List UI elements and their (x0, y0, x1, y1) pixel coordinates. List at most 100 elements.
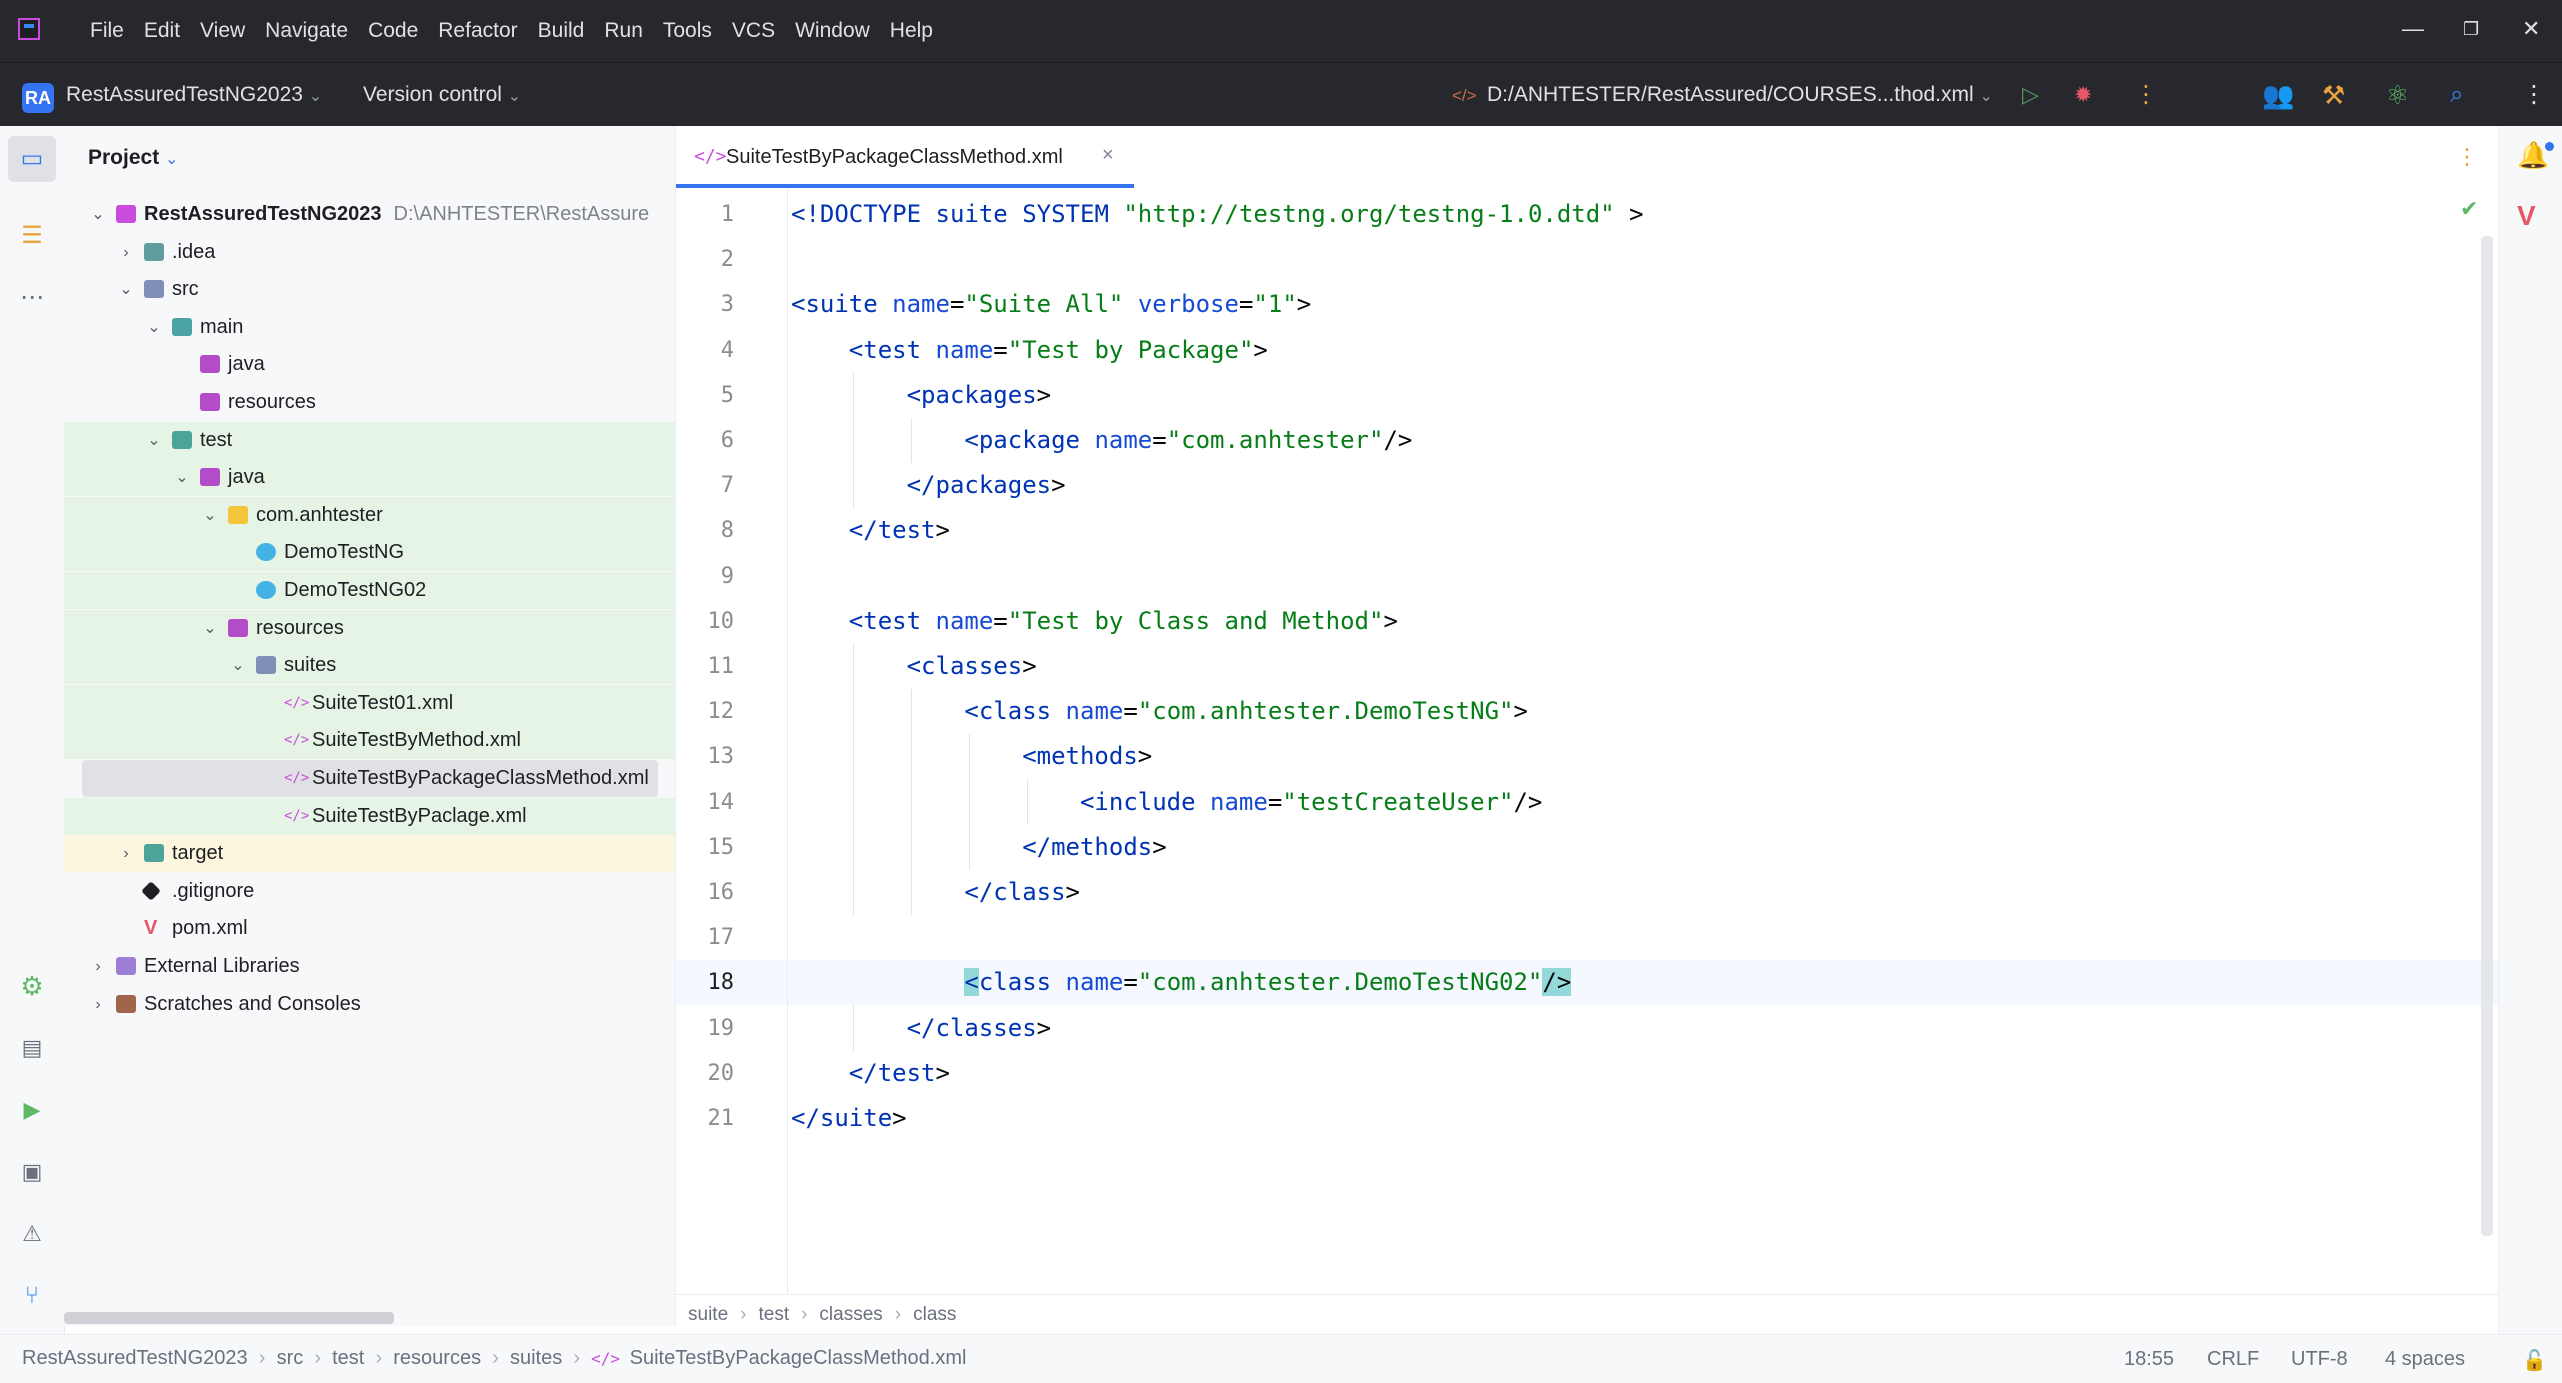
breadcrumb-item[interactable]: test (758, 1304, 789, 1325)
tree-item[interactable]: java (64, 346, 675, 383)
status-path-item[interactable]: src (277, 1347, 304, 1369)
menu-file[interactable]: File (80, 19, 134, 43)
editor-tab[interactable]: </> SuiteTestByPackageClassMethod.xml × (676, 126, 1134, 188)
chevron-down-icon[interactable]: ⌄ (144, 422, 164, 459)
tree-item[interactable]: ⌄ resources (64, 609, 675, 647)
chevron-right-icon[interactable]: › (116, 234, 136, 271)
chevron-right-icon[interactable]: › (116, 835, 136, 872)
code-line[interactable]: 11 <classes> (676, 644, 2498, 689)
tree-item[interactable]: </> SuiteTest01.xml (64, 684, 675, 722)
code-line[interactable]: 12 <class name="com.anhtester.DemoTestNG… (676, 689, 2498, 734)
tree-item[interactable]: DemoTestNG02 (64, 572, 675, 609)
chevron-right-icon[interactable]: › (88, 986, 108, 1023)
code-line[interactable]: 9 (676, 554, 2498, 599)
code-line[interactable]: 20 </test> (676, 1051, 2498, 1096)
terminal-icon[interactable]: ▣ (16, 1156, 48, 1188)
menu-edit[interactable]: Edit (134, 19, 190, 43)
tree-item[interactable]: resources (64, 384, 675, 421)
tree-item[interactable]: DemoTestNG (64, 534, 675, 572)
code-line[interactable]: 5 <packages> (676, 373, 2498, 418)
code-line[interactable]: 6 <package name="com.anhtester"/> (676, 418, 2498, 463)
build-tools-icon[interactable]: ⚒ (2322, 81, 2345, 109)
inspection-ok-icon[interactable]: ✔ (2460, 196, 2478, 222)
menu-tools[interactable]: Tools (653, 19, 722, 43)
run-icon[interactable]: ▷ (2022, 81, 2039, 109)
tree-item[interactable]: ⌄ test (64, 421, 675, 459)
bookmarks-icon[interactable]: ▤ (16, 1032, 48, 1064)
tab-actions-icon[interactable]: ⋮ (2456, 144, 2478, 170)
project-selector[interactable]: RestAssuredTestNG2023 ⌄ (66, 83, 322, 107)
menu-view[interactable]: View (190, 19, 255, 43)
more-actions-icon[interactable]: ⋮ (2134, 81, 2158, 109)
menu-vcs[interactable]: VCS (722, 19, 785, 43)
maven-tool-icon[interactable]: V (2517, 200, 2536, 232)
code-line[interactable]: 8 </test> (676, 508, 2498, 553)
code-line[interactable]: 1 <!DOCTYPE suite SYSTEM "http://testng.o… (676, 192, 2498, 237)
intellij-logo-icon[interactable] (18, 18, 40, 40)
file-encoding[interactable]: UTF-8 (2291, 1348, 2348, 1371)
tree-item[interactable]: › External Libraries (64, 948, 675, 985)
chevron-down-icon[interactable]: ⌄ (144, 309, 164, 346)
ai-assistant-icon[interactable]: ⚛ (2386, 81, 2409, 109)
menu-refactor[interactable]: Refactor (428, 19, 527, 43)
run-config-selector[interactable]: D:/ANHTESTER/RestAssured/COURSES...thod.… (1487, 83, 1993, 107)
project-tool-icon[interactable]: ▭ (16, 143, 48, 175)
breadcrumb-item[interactable]: suite (688, 1304, 728, 1325)
status-path-item[interactable]: suites (510, 1347, 562, 1369)
tree-item[interactable]: ⌄ main (64, 309, 675, 346)
tree-item[interactable]: › target (64, 835, 675, 873)
more-tools-icon[interactable]: ⋯ (16, 282, 48, 314)
tree-item[interactable]: ⌄ RestAssuredTestNG2023 D:\ANHTESTER\RestA… (64, 196, 675, 233)
chevron-down-icon[interactable]: ⌄ (200, 610, 220, 647)
menu-window[interactable]: Window (785, 19, 880, 43)
line-separator[interactable]: CRLF (2207, 1348, 2259, 1371)
status-path-item[interactable]: RestAssuredTestNG2023 (22, 1347, 248, 1369)
code-line[interactable]: 4 <test name="Test by Package"> (676, 328, 2498, 373)
status-path-item[interactable]: SuiteTestByPackageClassMethod.xml (630, 1347, 967, 1369)
code-line[interactable]: 13 <methods> (676, 734, 2498, 779)
code-line[interactable]: 10 <test name="Test by Class and Method"… (676, 599, 2498, 644)
chevron-right-icon[interactable]: › (88, 948, 108, 985)
close-tab-icon[interactable]: × (1102, 144, 1114, 167)
code-line[interactable]: 16 </class> (676, 870, 2498, 915)
search-icon[interactable]: ⌕ (2450, 81, 2463, 109)
chevron-down-icon[interactable]: ⌄ (172, 459, 192, 496)
tree-item[interactable]: .gitignore (64, 873, 675, 910)
code-with-me-icon[interactable]: 👥 (2262, 81, 2294, 109)
project-badge[interactable]: RA (22, 83, 54, 113)
tree-item[interactable]: › Scratches and Consoles (64, 986, 675, 1023)
lock-icon[interactable]: 🔓 (2522, 1348, 2547, 1373)
chevron-down-icon[interactable]: ⌄ (116, 271, 136, 308)
code-line[interactable]: 7 </packages> (676, 463, 2498, 508)
debug-icon[interactable]: ✹ (2074, 81, 2092, 109)
editor-vertical-scrollbar[interactable] (2481, 236, 2493, 1236)
menu-help[interactable]: Help (880, 19, 943, 43)
tree-item[interactable]: ⌄ java (64, 459, 675, 497)
tree-item[interactable]: ⌄ src (64, 271, 675, 308)
breadcrumb-item[interactable]: classes (819, 1304, 882, 1325)
close-window-button[interactable]: ✕ (2522, 16, 2540, 42)
code-line[interactable]: 2 (676, 237, 2498, 282)
services-icon[interactable]: ⚙ (16, 970, 48, 1002)
menu-build[interactable]: Build (528, 19, 595, 43)
code-line[interactable]: 15 </methods> (676, 825, 2498, 870)
code-line[interactable]: 18 <class name="com.anhtester.DemoTestNG… (676, 960, 2498, 1006)
tree-item[interactable]: › .idea (64, 234, 675, 271)
chevron-down-icon[interactable]: ⌄ (88, 196, 108, 233)
code-line[interactable]: 21 </suite> (676, 1096, 2498, 1141)
tree-item[interactable]: </> SuiteTestByMethod.xml (64, 722, 675, 760)
menu-code[interactable]: Code (358, 19, 428, 43)
settings-menu-icon[interactable]: ⋮ (2522, 81, 2546, 109)
git-branch-icon[interactable]: ⑂ (16, 1280, 48, 1312)
restore-button[interactable]: ❐ (2463, 19, 2479, 40)
breadcrumb-item[interactable]: class (913, 1304, 956, 1325)
code-line[interactable]: 3 <suite name="Suite All" verbose="1"> (676, 282, 2498, 327)
chevron-down-icon[interactable]: ⌄ (228, 647, 248, 684)
status-path-item[interactable]: test (332, 1347, 364, 1369)
version-control-menu[interactable]: Version control ⌄ (363, 83, 521, 107)
project-panel-header[interactable]: Project ⌄ (88, 146, 178, 170)
tree-item[interactable]: ⌄ com.anhtester (64, 496, 675, 534)
menu-navigate[interactable]: Navigate (255, 19, 358, 43)
menu-run[interactable]: Run (594, 19, 653, 43)
cursor-position[interactable]: 18:55 (2124, 1348, 2174, 1371)
